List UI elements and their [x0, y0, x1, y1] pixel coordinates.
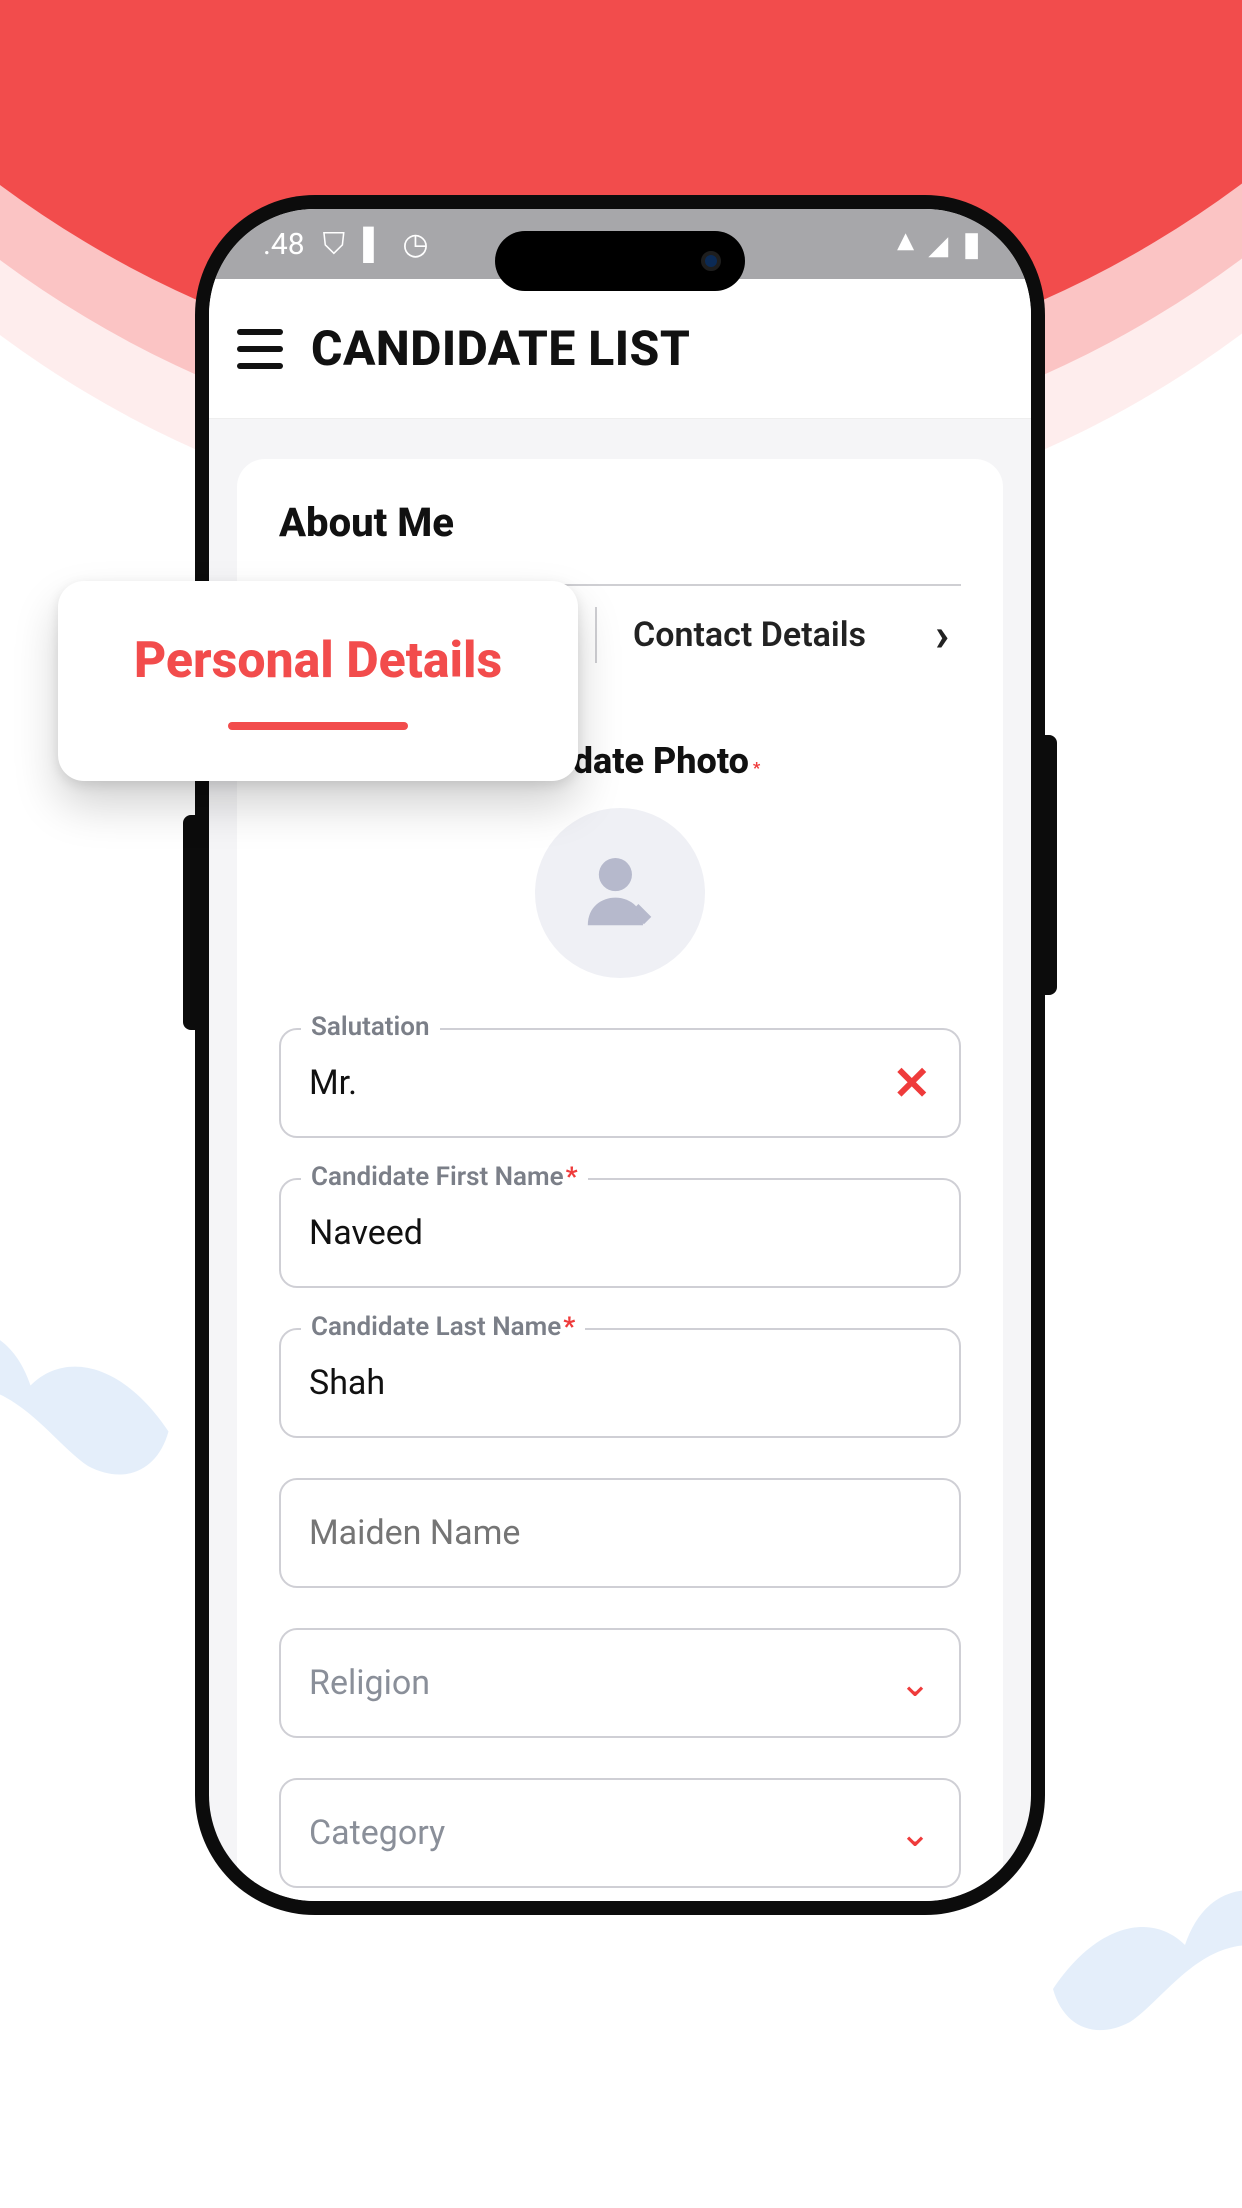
active-tab-underline [228, 722, 408, 730]
personal-details-form: Salutation ✕ Candidate First Name* Candi… [279, 1028, 961, 1888]
religion-field[interactable]: Religion ⌄ [279, 1628, 961, 1738]
field-label: Candidate Last Name* [301, 1312, 585, 1342]
section-title: About Me [279, 499, 961, 546]
phone-screen: .48 CANDIDATE LIST About Me C [209, 209, 1031, 1901]
category-placeholder: Category [309, 1813, 445, 1853]
chevron-down-icon: ⌄ [899, 1811, 931, 1856]
religion-placeholder: Religion [309, 1663, 430, 1703]
battery-icon [962, 224, 981, 264]
clock-icon [402, 227, 428, 262]
power-button [1045, 735, 1057, 995]
page-title: CANDIDATE LIST [311, 320, 690, 377]
battery-saver-icon [363, 227, 384, 262]
phone-notch [495, 231, 745, 291]
wifi-icon [897, 224, 914, 264]
clear-icon[interactable]: ✕ [892, 1056, 931, 1111]
required-asterisk: * [753, 758, 760, 777]
field-label: Salutation [301, 1012, 440, 1042]
label-text: Candidate Last Name [311, 1312, 561, 1342]
salutation-input[interactable] [309, 1063, 892, 1103]
label-text: Candidate First Name [311, 1162, 564, 1192]
app-bar: CANDIDATE LIST [209, 279, 1031, 419]
decorative-bird-icon [0, 1305, 190, 1535]
person-edit-icon [574, 847, 666, 939]
status-time: .48 [263, 227, 305, 262]
tab-personal-details[interactable]: Personal Details [58, 581, 578, 781]
tab-label: Personal Details [134, 632, 502, 690]
maiden-name-input[interactable] [309, 1513, 931, 1553]
required-asterisk: * [566, 1162, 578, 1192]
first-name-input[interactable] [309, 1213, 931, 1253]
maiden-name-field[interactable] [279, 1478, 961, 1588]
home-indicator [490, 1871, 750, 1881]
decorative-bird-icon [1022, 1868, 1242, 2088]
signal-icon [928, 227, 948, 262]
front-camera [701, 251, 721, 271]
tab-label: Contact Details [633, 615, 866, 655]
last-name-field[interactable]: Candidate Last Name* [279, 1328, 961, 1438]
chevron-down-icon: ⌄ [899, 1661, 931, 1706]
phone-frame: .48 CANDIDATE LIST About Me C [195, 195, 1045, 1915]
last-name-input[interactable] [309, 1363, 931, 1403]
menu-icon[interactable] [237, 329, 283, 369]
first-name-field[interactable]: Candidate First Name* [279, 1178, 961, 1288]
chevron-right-icon [935, 608, 949, 662]
required-asterisk: * [563, 1312, 575, 1342]
tab-contact-details[interactable]: Contact Details [597, 608, 961, 662]
field-label: Candidate First Name* [301, 1162, 588, 1192]
salutation-field[interactable]: Salutation ✕ [279, 1028, 961, 1138]
shield-icon [323, 227, 346, 262]
candidate-photo-upload[interactable] [535, 808, 705, 978]
